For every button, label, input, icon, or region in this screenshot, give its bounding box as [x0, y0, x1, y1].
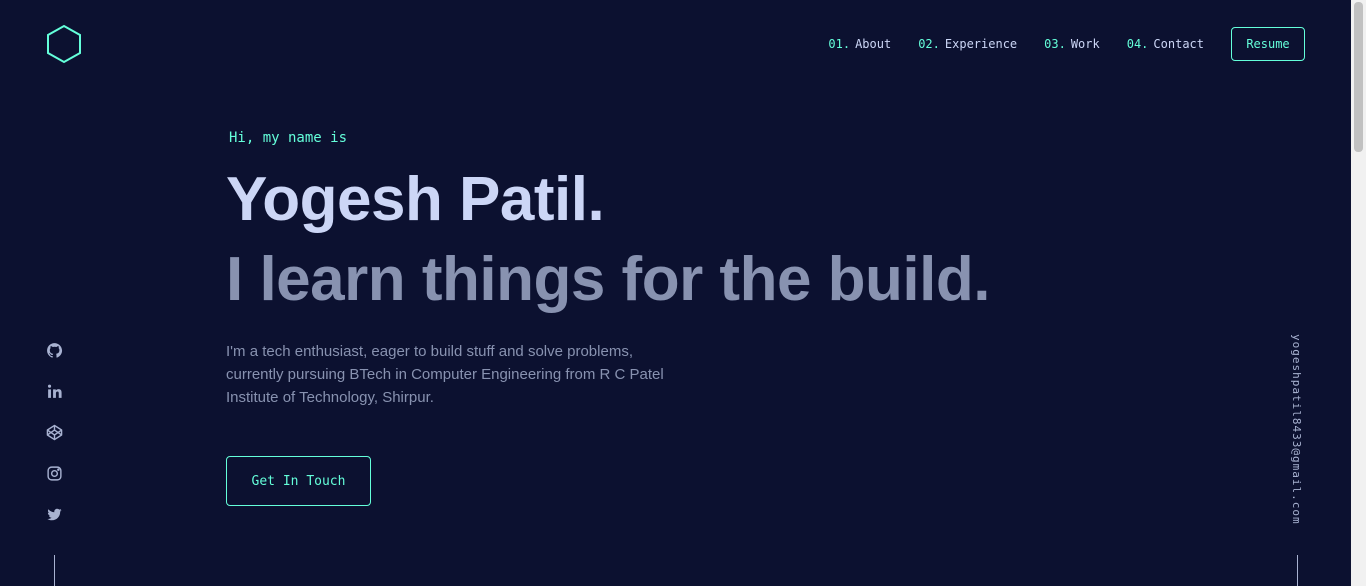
nav-number: 03. [1044, 37, 1066, 51]
logo-hexagon-icon[interactable] [45, 24, 83, 64]
nav-number: 02. [918, 37, 940, 51]
nav-label: About [855, 37, 892, 51]
nav-item-contact[interactable]: 04. Contact [1127, 27, 1204, 61]
nav-item-about[interactable]: 01. About [828, 27, 891, 61]
resume-button[interactable]: Resume [1231, 27, 1305, 61]
get-in-touch-button[interactable]: Get In Touch [226, 456, 371, 506]
hero-name: Yogesh Patil. [226, 165, 605, 234]
greeting: Hi, my name is [229, 130, 348, 146]
scrollbar-thumb[interactable] [1354, 2, 1363, 152]
nav-label: Experience [944, 37, 1018, 51]
nav-label: Contact [1153, 37, 1204, 51]
left-rail-line [54, 555, 55, 586]
page-scrollbar[interactable] [1351, 0, 1366, 586]
hero-tagline: I learn things for the build. [226, 245, 990, 314]
nav-number: 04. [1126, 37, 1149, 51]
nav-label: Work [1070, 37, 1100, 51]
nav-item-work[interactable]: 03. Work [1044, 27, 1100, 61]
email-link[interactable]: yogeshpatil8433@gmail.com [1290, 334, 1303, 525]
right-rail-line [1297, 555, 1298, 586]
main-nav: 01. About 02. Experience 03. Work 04. Co… [828, 27, 1305, 61]
instagram-icon[interactable] [44, 463, 64, 483]
twitter-icon[interactable] [44, 504, 64, 524]
nav-item-experience[interactable]: 02. Experience [918, 27, 1017, 61]
codepen-icon[interactable] [44, 422, 64, 442]
nav-number: 01. [828, 37, 851, 51]
linkedin-icon[interactable] [44, 381, 64, 401]
social-links [44, 340, 64, 545]
hero-bio: I'm a tech enthusiast, eager to build st… [226, 343, 664, 406]
github-icon[interactable] [44, 340, 64, 360]
